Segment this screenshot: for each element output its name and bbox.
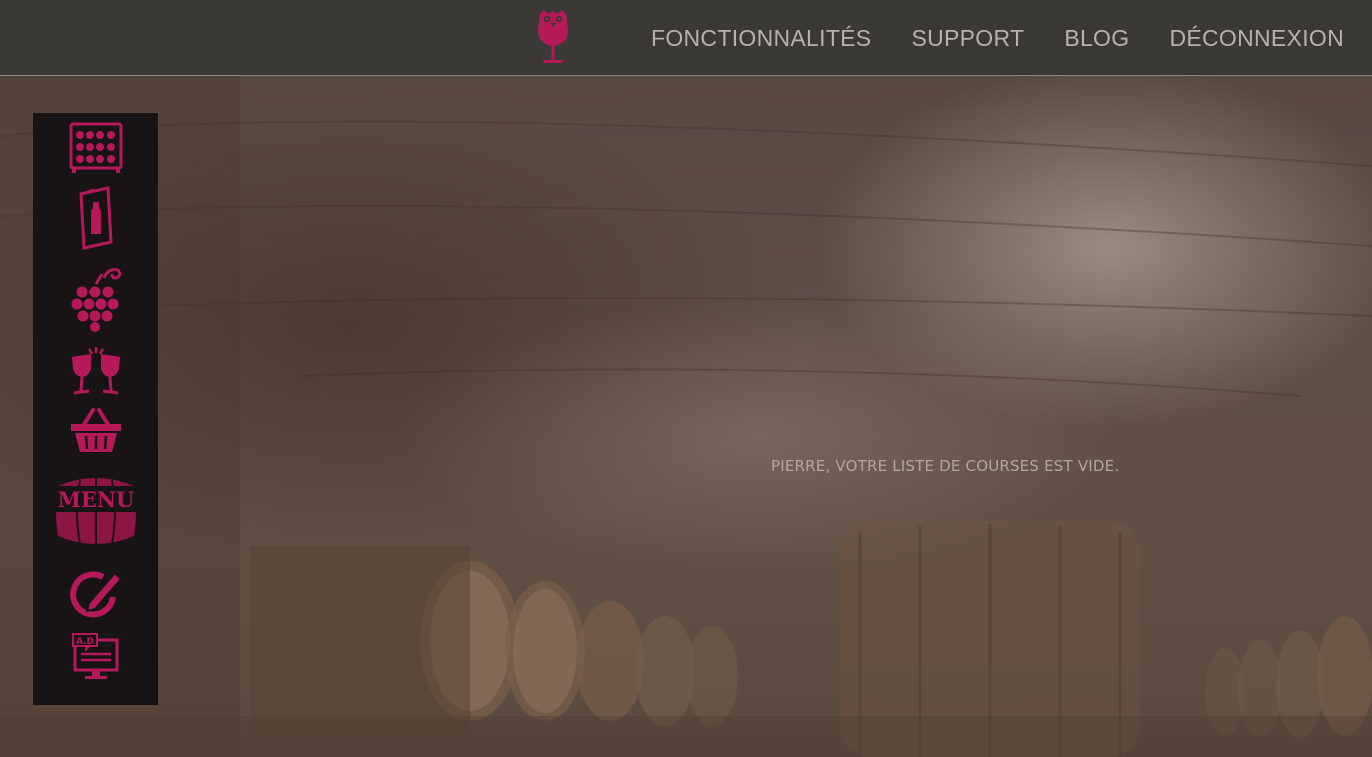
nav-blog[interactable]: BLOG — [1064, 25, 1129, 52]
barrels-illustration — [0, 76, 1372, 757]
empty-list-message: PIERRE, VOTRE LISTE DE COURSES EST VIDE. — [771, 457, 1120, 475]
ad-screen-icon: A.D — [71, 633, 118, 679]
sidebar-item-cellar[interactable] — [33, 121, 158, 175]
sidebar-item-grapes[interactable] — [33, 263, 158, 333]
sidebar-item-edit[interactable] — [33, 563, 158, 621]
wine-rack-icon — [69, 122, 122, 173]
menu-barrel-icon: MENU — [49, 478, 142, 546]
ad-label: A.D — [75, 637, 93, 647]
nav-fonctionnalites[interactable]: FONCTIONNALITÉS — [651, 25, 871, 52]
sidebar-item-ad-screen[interactable]: A.D — [33, 631, 158, 683]
sidebar: MENU A.D — [33, 113, 158, 705]
nav-support[interactable]: SUPPORT — [911, 25, 1024, 52]
sidebar-item-shopping-list[interactable] — [33, 403, 158, 457]
wine-glass-owl-icon[interactable] — [534, 8, 572, 66]
top-navbar: FONCTIONNALITÉS SUPPORT BLOG DÉCONNEXION — [0, 0, 1372, 76]
edit-refresh-icon — [69, 571, 122, 618]
sidebar-item-menu[interactable]: MENU — [33, 471, 158, 551]
nav-deconnexion[interactable]: DÉCONNEXION — [1169, 25, 1344, 52]
toast-glasses-icon — [71, 347, 120, 395]
shopping-basket-icon — [70, 408, 121, 452]
sidebar-item-tasting[interactable] — [33, 343, 158, 399]
sidebar-item-wine-list[interactable] — [33, 185, 158, 251]
main-nav: FONCTIONNALITÉS SUPPORT BLOG DÉCONNEXION — [651, 0, 1372, 76]
menu-label: MENU — [57, 487, 134, 512]
grapes-icon — [71, 268, 121, 332]
cellar-background — [0, 76, 1372, 757]
wine-list-icon — [78, 186, 113, 250]
